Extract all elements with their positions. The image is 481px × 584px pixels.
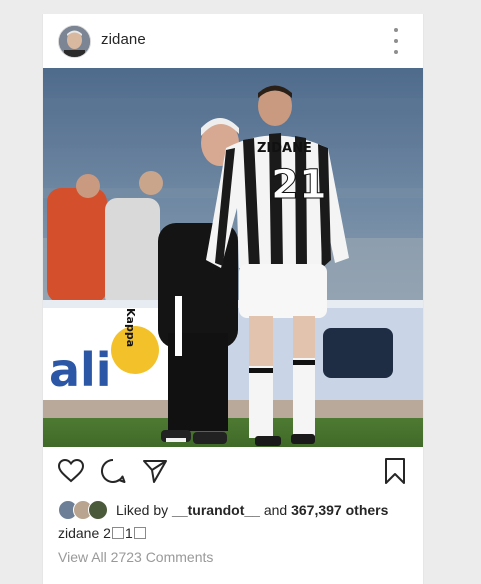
caption-text-b: 1 [124,525,133,541]
caption-text-a: 2 [99,525,111,541]
heart-icon[interactable] [57,457,87,487]
post-card: zidane ali Kappa ZIDANE 21 Liked by __tu… [42,14,424,584]
like-count[interactable]: 367,397 others [291,502,388,518]
post-header: zidane [43,14,423,68]
missing-glyph-box [111,527,124,539]
post-caption: zidane 21 [58,525,147,541]
post-username[interactable]: zidane [101,31,146,48]
svg-text:Kappa: Kappa [124,308,137,347]
avatar-image [59,26,90,57]
post-photo-illustration: ali Kappa ZIDANE 21 [43,68,423,447]
comment-icon[interactable] [99,457,129,487]
svg-text:ZIDANE: ZIDANE [257,141,312,156]
liked-by-user[interactable]: __turandot__ [172,502,260,518]
liked-by-prefix: Liked by [116,502,173,518]
view-all-comments-link[interactable]: View All 2723 Comments [58,549,213,565]
share-icon[interactable] [141,457,171,487]
missing-glyph-box [133,527,146,539]
dot [394,39,398,43]
dot [394,50,398,54]
post-photo[interactable]: ali Kappa ZIDANE 21 [43,68,423,447]
post-actions [43,457,423,491]
dot [394,28,398,32]
avatar[interactable] [58,25,91,58]
bookmark-icon[interactable] [381,457,411,487]
more-options-icon[interactable] [386,28,406,54]
svg-text:ali: ali [49,343,112,397]
liked-by-text: Liked by __turandot__ and 367,397 others [116,502,388,518]
liker-avatar [88,500,108,520]
liked-by-row: Liked by __turandot__ and 367,397 others [58,499,418,521]
liker-avatars[interactable] [58,500,114,520]
liked-by-and: and [259,502,292,518]
svg-text:21: 21 [271,162,327,208]
caption-username[interactable]: zidane [58,525,99,541]
